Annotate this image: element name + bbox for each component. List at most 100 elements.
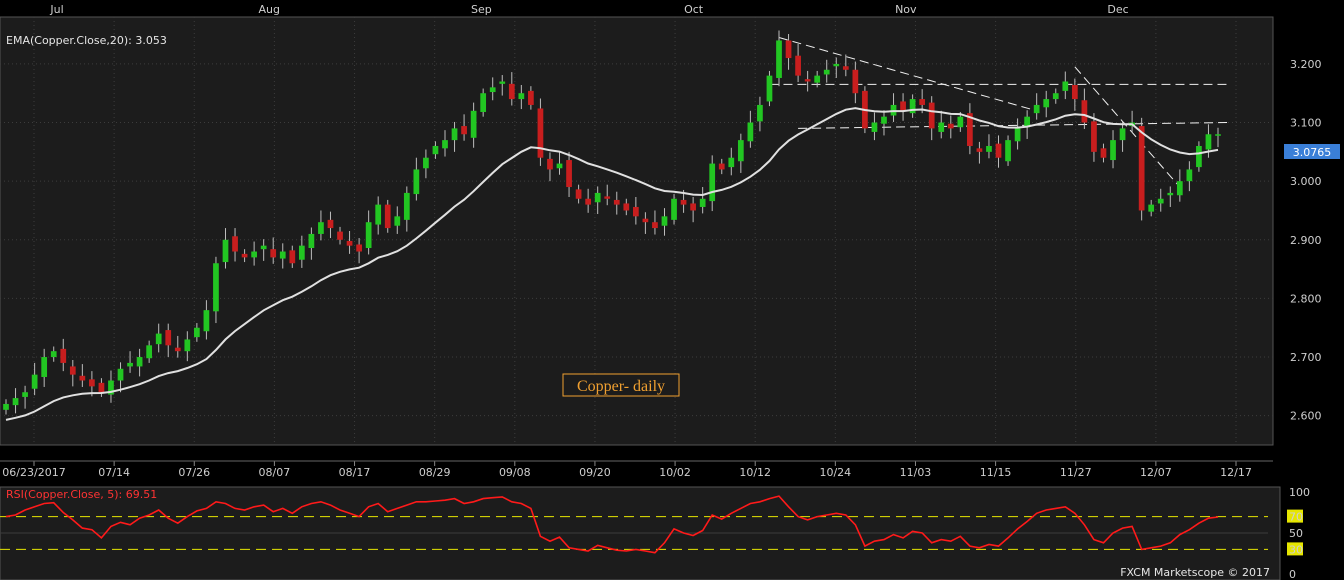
candle-up [757,104,763,122]
candle-up [41,357,48,377]
candle-down [785,40,792,59]
date-tick-label: 10/02 [659,466,691,479]
candle-down [566,160,572,188]
rsi-tick-label: 70 [1289,511,1303,524]
candle-up [480,93,487,112]
candle-up [1119,128,1126,141]
candle-up [413,169,420,195]
rsi-tick-label: 50 [1289,527,1303,540]
date-tick-label: 07/26 [178,466,210,479]
candle-up [747,122,754,142]
candle-up [279,251,286,259]
candle-down [1071,85,1078,100]
date-tick-label: 11/03 [900,466,932,479]
month-label: Jul [49,3,63,16]
candle-down [174,347,181,352]
candle-up [213,263,219,312]
candle-up [489,87,496,93]
candle-down [652,222,658,229]
candle-up [671,198,677,220]
candle-up [518,93,525,100]
candle-up [1205,134,1212,150]
rsi-tick-label: 30 [1289,543,1303,556]
candle-up [1043,99,1050,108]
date-tick-label: 10/12 [739,466,771,479]
candle-up [12,398,19,406]
candle-down [718,163,725,170]
candle-down [1138,126,1145,211]
candle-up [403,192,410,220]
candle-up [394,216,401,226]
candle-up [298,245,305,260]
candle-up [1014,128,1021,142]
date-tick-label: 12/17 [1220,466,1252,479]
candle-down [900,101,906,111]
candle-down [604,196,611,199]
candle-down [384,204,391,229]
candle-up [737,140,744,162]
rsi-indicator-label: RSI(Copper.Close, 5): 69.51 [6,488,157,501]
copyright-label: FXCM Marketscope © 2017 [1120,566,1270,579]
candle-up [1148,204,1155,212]
candle-up [699,198,706,207]
candle-up [499,81,506,84]
candle-down [919,99,926,105]
candle-up [136,357,143,367]
candle-up [1062,81,1069,91]
rsi-tick-label: 100 [1289,486,1310,499]
candle-up [50,351,57,358]
candle-up [661,216,668,226]
candle-down [690,203,696,211]
candle-up [423,157,429,169]
candle-up [308,233,315,249]
date-tick-label: 09/08 [499,466,531,479]
candle-up [1196,145,1202,168]
candle-down [976,148,983,152]
month-label: Dec [1107,3,1128,16]
candle-down [795,55,801,76]
date-tick-label: 12/07 [1140,466,1172,479]
candle-up [556,163,563,169]
candle-up [957,116,964,128]
date-tick-label: 09/20 [579,466,611,479]
candle-down [508,83,515,100]
price-tick-label: 3.000 [1290,175,1322,188]
candle-down [804,79,811,82]
candle-up [833,63,840,67]
candle-up [1176,181,1183,196]
candle-up [31,374,38,389]
candle-down [632,206,639,217]
candle-up [1052,93,1059,100]
candle-up [22,392,28,397]
price-tick-label: 2.600 [1290,410,1322,423]
candle-up [470,110,477,138]
candle-up [1005,140,1011,162]
candle-up [1157,198,1164,204]
candle-down [528,90,534,105]
candle-down [680,199,687,205]
date-tick-label: 11/27 [1060,466,1092,479]
candle-up [375,204,382,225]
date-tick-label: 10/24 [819,466,851,479]
candle-up [451,128,458,141]
candle-down [623,203,630,211]
candle-down [852,69,859,94]
candle-down [356,244,362,252]
candle-down [1091,121,1097,152]
candle-up [871,122,878,132]
candle-down [289,250,296,264]
candle-down [537,108,544,158]
candle-up [184,339,191,352]
candle-down [346,240,353,246]
candle-up [1033,104,1040,114]
candle-down [995,143,1002,158]
candle-up [776,40,782,78]
candle-down [232,236,238,252]
candle-up [251,251,257,258]
candle-up [194,327,200,338]
candle-up [318,222,324,234]
price-tick-label: 2.700 [1290,351,1322,364]
month-label: Aug [258,3,279,16]
candle-down [1100,148,1107,158]
candle-up [146,345,153,359]
